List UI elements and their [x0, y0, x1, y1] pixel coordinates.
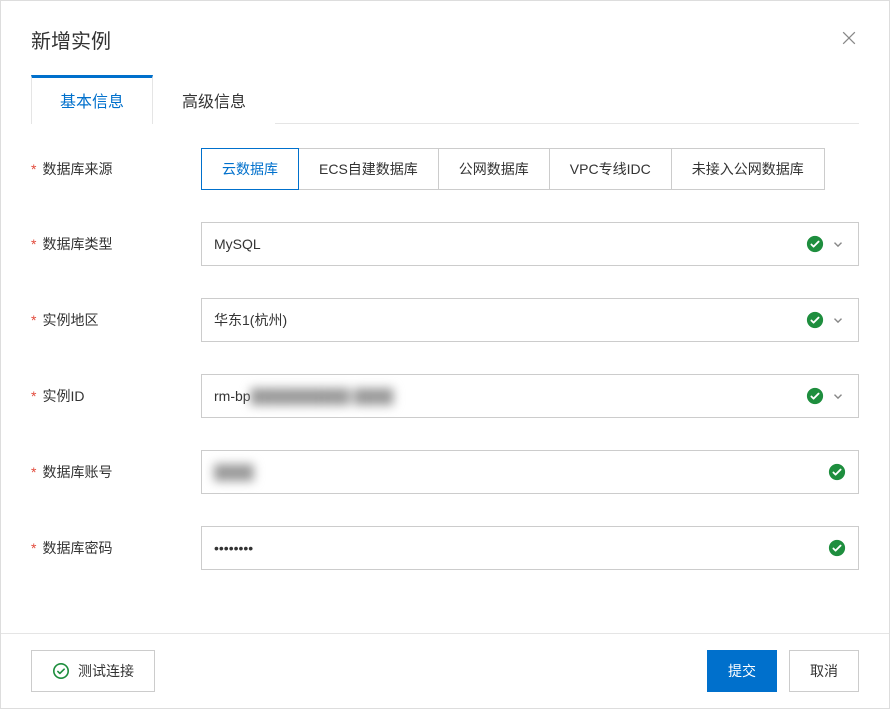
- tab-basic-label: 基本信息: [60, 94, 124, 111]
- required-mark: *: [31, 464, 36, 480]
- close-button[interactable]: [833, 23, 865, 55]
- check-circle-icon: [806, 311, 824, 329]
- label-account: * 数据库账号: [31, 462, 201, 482]
- row-dbtype: * 数据库类型 MySQL: [31, 222, 859, 266]
- dbtype-select[interactable]: MySQL: [201, 222, 859, 266]
- cancel-label: 取消: [810, 661, 838, 681]
- dialog-footer: 测试连接 提交 取消: [1, 633, 889, 708]
- source-option-ecs-label: ECS自建数据库: [319, 161, 418, 177]
- dbtype-right: [806, 235, 846, 253]
- row-instance-id: * 实例ID rm-bp██████████ ████: [31, 374, 859, 418]
- source-control: 云数据库 ECS自建数据库 公网数据库 VPC专线IDC 未接入公网数据库: [201, 148, 859, 190]
- account-input-wrapper: ████: [201, 450, 859, 494]
- source-option-public-label: 公网数据库: [459, 161, 529, 177]
- dbtype-value: MySQL: [214, 236, 806, 252]
- source-radio-group: 云数据库 ECS自建数据库 公网数据库 VPC专线IDC 未接入公网数据库: [201, 148, 859, 190]
- label-account-text: 数据库账号: [42, 462, 112, 482]
- required-mark: *: [31, 236, 36, 252]
- check-circle-icon: [806, 387, 824, 405]
- source-option-cloud[interactable]: 云数据库: [201, 148, 299, 190]
- required-mark: *: [31, 540, 36, 556]
- check-circle-icon: [828, 463, 846, 481]
- account-input[interactable]: ████: [214, 464, 828, 480]
- source-option-cloud-label: 云数据库: [222, 161, 278, 177]
- instance-id-prefix: rm-bp: [214, 388, 251, 404]
- label-source: * 数据库来源: [31, 159, 201, 179]
- chevron-down-icon: [830, 312, 846, 328]
- add-instance-dialog: 新增实例 基本信息 高级信息 * 数据库来源: [0, 0, 890, 709]
- chevron-down-icon: [830, 388, 846, 404]
- test-connection-label: 测试连接: [78, 661, 134, 681]
- form-body: * 数据库来源 云数据库 ECS自建数据库 公网数据库 VPC专线IDC: [1, 124, 889, 633]
- row-region: * 实例地区 华东1(杭州): [31, 298, 859, 342]
- source-option-vpc[interactable]: VPC专线IDC: [549, 148, 672, 190]
- tabs: 基本信息 高级信息: [31, 74, 859, 124]
- source-option-vpc-label: VPC专线IDC: [570, 161, 651, 177]
- submit-label: 提交: [728, 661, 756, 681]
- password-right: [828, 539, 846, 557]
- account-control: ████: [201, 450, 859, 494]
- check-circle-icon: [828, 539, 846, 557]
- label-instance-id-text: 实例ID: [42, 386, 84, 406]
- row-source: * 数据库来源 云数据库 ECS自建数据库 公网数据库 VPC专线IDC: [31, 148, 859, 190]
- region-control: 华东1(杭州): [201, 298, 859, 342]
- label-password: * 数据库密码: [31, 538, 201, 558]
- row-password: * 数据库密码: [31, 526, 859, 570]
- check-circle-icon: [806, 235, 824, 253]
- tab-basic[interactable]: 基本信息: [31, 75, 153, 124]
- cancel-button[interactable]: 取消: [789, 650, 859, 692]
- instance-id-right: [806, 387, 846, 405]
- chevron-down-icon: [830, 236, 846, 252]
- source-option-nopublic[interactable]: 未接入公网数据库: [671, 148, 825, 190]
- label-region-text: 实例地区: [42, 310, 98, 330]
- region-right: [806, 311, 846, 329]
- row-account: * 数据库账号 ████: [31, 450, 859, 494]
- label-source-text: 数据库来源: [42, 159, 112, 179]
- password-input-wrapper: [201, 526, 859, 570]
- account-right: [828, 463, 846, 481]
- label-password-text: 数据库密码: [42, 538, 112, 558]
- region-select[interactable]: 华东1(杭州): [201, 298, 859, 342]
- source-option-ecs[interactable]: ECS自建数据库: [298, 148, 439, 190]
- test-connection-button[interactable]: 测试连接: [31, 650, 155, 692]
- footer-right: 提交 取消: [707, 650, 859, 692]
- instance-id-value: rm-bp██████████ ████: [214, 388, 806, 404]
- region-value: 华东1(杭州): [214, 310, 806, 330]
- source-option-public[interactable]: 公网数据库: [438, 148, 550, 190]
- dbtype-control: MySQL: [201, 222, 859, 266]
- label-instance-id: * 实例ID: [31, 386, 201, 406]
- submit-button[interactable]: 提交: [707, 650, 777, 692]
- required-mark: *: [31, 312, 36, 328]
- label-region: * 实例地区: [31, 310, 201, 330]
- required-mark: *: [31, 161, 36, 177]
- instance-id-control: rm-bp██████████ ████: [201, 374, 859, 418]
- label-dbtype-text: 数据库类型: [42, 234, 112, 254]
- password-input[interactable]: [214, 540, 828, 556]
- password-control: [201, 526, 859, 570]
- dialog-header: 新增实例: [1, 1, 889, 54]
- tab-advanced[interactable]: 高级信息: [153, 75, 275, 124]
- required-mark: *: [31, 388, 36, 404]
- instance-id-masked: ██████████ ████: [251, 388, 394, 404]
- label-dbtype: * 数据库类型: [31, 234, 201, 254]
- close-icon: [839, 28, 859, 51]
- instance-id-select[interactable]: rm-bp██████████ ████: [201, 374, 859, 418]
- source-option-nopublic-label: 未接入公网数据库: [692, 161, 804, 177]
- dialog-title: 新增实例: [31, 25, 859, 54]
- tab-advanced-label: 高级信息: [182, 94, 246, 111]
- check-circle-outline-icon: [52, 662, 70, 680]
